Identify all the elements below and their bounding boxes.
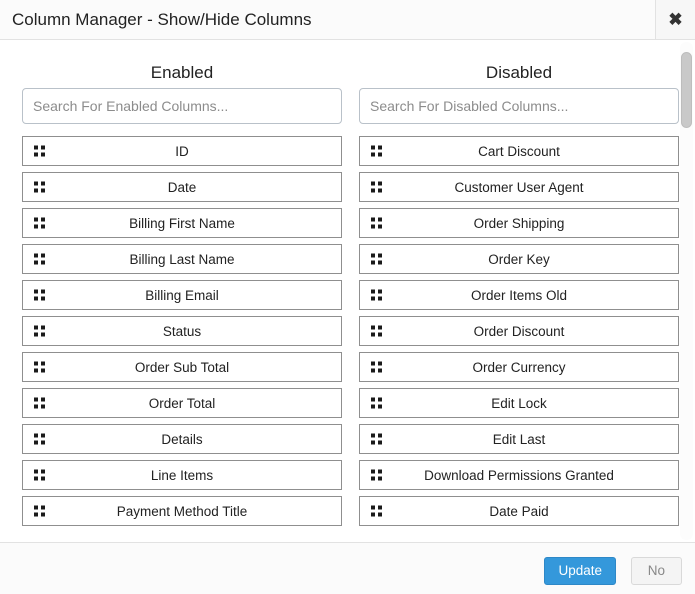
- disabled-column-item[interactable]: Order Shipping: [359, 208, 679, 238]
- drag-handle-icon[interactable]: [371, 253, 382, 265]
- disabled-column-item[interactable]: Order Currency: [359, 352, 679, 382]
- vertical-scrollbar-thumb[interactable]: [681, 52, 692, 128]
- enabled-column-item[interactable]: ID: [22, 136, 342, 166]
- enabled-column-item[interactable]: Billing Last Name: [22, 244, 342, 274]
- modal-footer: Update No: [0, 542, 695, 594]
- update-button[interactable]: Update: [544, 557, 616, 585]
- disabled-column-item-label: Edit Lock: [491, 395, 547, 411]
- disabled-search-input[interactable]: [359, 88, 679, 124]
- drag-handle-icon[interactable]: [34, 325, 45, 337]
- disabled-column-item-label: Cart Discount: [478, 143, 560, 159]
- drag-handle-icon[interactable]: [371, 433, 382, 445]
- drag-handle-icon[interactable]: [371, 361, 382, 373]
- drag-handle-icon[interactable]: [34, 289, 45, 301]
- enabled-column-item-label: Order Total: [148, 395, 216, 411]
- drag-handle-icon[interactable]: [34, 469, 45, 481]
- close-button[interactable]: ✖: [655, 0, 695, 39]
- disabled-column-item-label: Order Currency: [472, 359, 566, 375]
- disabled-column-item-label: Order Shipping: [473, 215, 565, 231]
- enabled-column-item[interactable]: Billing First Name: [22, 208, 342, 238]
- drag-handle-icon[interactable]: [34, 361, 45, 373]
- drag-handle-icon[interactable]: [34, 505, 45, 517]
- disabled-column-item[interactable]: Date Paid: [359, 496, 679, 526]
- disabled-column-item-label: Edit Last: [492, 431, 546, 447]
- enabled-column-item-label: Status: [162, 323, 202, 339]
- modal-title: Column Manager - Show/Hide Columns: [12, 10, 312, 29]
- disabled-column-list: Cart Discount Customer User Agent Order Sh…: [359, 136, 679, 526]
- drag-handle-icon[interactable]: [371, 469, 382, 481]
- enabled-column: Enabled ID Date Billing First Name Billing …: [22, 40, 342, 532]
- drag-handle-icon[interactable]: [371, 397, 382, 409]
- enabled-column-item-label: Payment Method Title: [116, 503, 248, 519]
- enabled-column-item-label: Line Items: [150, 467, 214, 483]
- drag-handle-icon[interactable]: [34, 397, 45, 409]
- enabled-column-item[interactable]: Billing Email: [22, 280, 342, 310]
- enabled-column-item-label: Billing Email: [145, 287, 219, 303]
- disabled-column-item[interactable]: Edit Lock: [359, 388, 679, 418]
- disabled-column-item[interactable]: Order Key: [359, 244, 679, 274]
- disabled-column-heading: Disabled: [485, 63, 553, 82]
- close-icon: ✖: [668, 10, 683, 29]
- drag-handle-icon[interactable]: [371, 505, 382, 517]
- disabled-column-item[interactable]: Order Items Old: [359, 280, 679, 310]
- modal-body: Enabled ID Date Billing First Name Billing …: [0, 40, 695, 542]
- enabled-column-item[interactable]: Line Items: [22, 460, 342, 490]
- drag-handle-icon[interactable]: [371, 181, 382, 193]
- enabled-column-item-label: Billing First Name: [129, 215, 235, 231]
- enabled-column-list: ID Date Billing First Name Billing Last Nam…: [22, 136, 342, 526]
- drag-handle-icon[interactable]: [371, 145, 382, 157]
- column-manager-modal: Column Manager - Show/Hide Columns ✖ Ena…: [0, 0, 695, 594]
- enabled-search-input[interactable]: [22, 88, 342, 124]
- enabled-column-item-label: ID: [175, 143, 189, 159]
- enabled-column-item-label: Billing Last Name: [129, 251, 235, 267]
- disabled-column-item[interactable]: Edit Last: [359, 424, 679, 454]
- disabled-column-item-label: Date Paid: [489, 503, 549, 519]
- enabled-column-item-label: Order Sub Total: [134, 359, 230, 375]
- vertical-scrollbar-track[interactable]: [680, 42, 693, 540]
- drag-handle-icon[interactable]: [34, 145, 45, 157]
- disabled-column-item-label: Order Items Old: [470, 287, 568, 303]
- enabled-column-item[interactable]: Status: [22, 316, 342, 346]
- disabled-column: Disabled Cart Discount Customer User Agen…: [359, 40, 679, 532]
- disabled-column-item[interactable]: Customer User Agent: [359, 172, 679, 202]
- enabled-column-item[interactable]: Details: [22, 424, 342, 454]
- enabled-column-item-label: Date: [167, 179, 197, 195]
- disabled-column-item[interactable]: Cart Discount: [359, 136, 679, 166]
- drag-handle-icon[interactable]: [34, 433, 45, 445]
- disabled-column-item-label: Customer User Agent: [454, 179, 584, 195]
- enabled-column-item[interactable]: Date: [22, 172, 342, 202]
- disabled-column-item[interactable]: Order Discount: [359, 316, 679, 346]
- drag-handle-icon[interactable]: [34, 181, 45, 193]
- drag-handle-icon[interactable]: [34, 253, 45, 265]
- disabled-column-item-label: Order Discount: [473, 323, 565, 339]
- disabled-column-item[interactable]: Download Permissions Granted: [359, 460, 679, 490]
- disabled-column-item-label: Order Key: [488, 251, 550, 267]
- no-button[interactable]: No: [630, 557, 682, 585]
- enabled-column-item-label: Details: [161, 431, 203, 447]
- drag-handle-icon[interactable]: [34, 217, 45, 229]
- enabled-column-heading: Enabled: [150, 63, 214, 82]
- enabled-column-item[interactable]: Order Sub Total: [22, 352, 342, 382]
- modal-titlebar: Column Manager - Show/Hide Columns ✖: [0, 0, 695, 40]
- disabled-column-item-label: Download Permissions Granted: [424, 467, 614, 483]
- enabled-column-item[interactable]: Order Total: [22, 388, 342, 418]
- drag-handle-icon[interactable]: [371, 289, 382, 301]
- drag-handle-icon[interactable]: [371, 217, 382, 229]
- enabled-column-item[interactable]: Payment Method Title: [22, 496, 342, 526]
- drag-handle-icon[interactable]: [371, 325, 382, 337]
